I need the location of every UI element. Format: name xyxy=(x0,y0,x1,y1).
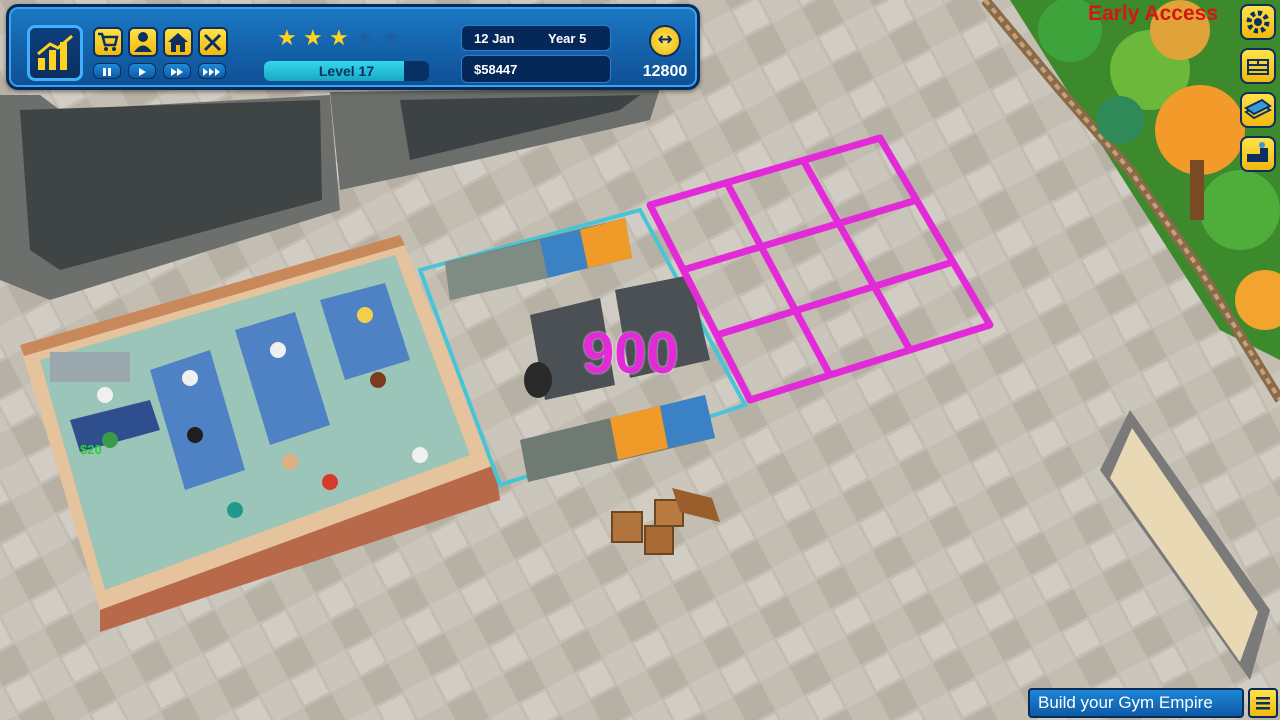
build-tools-icon xyxy=(203,33,222,52)
year-label: Year 5 xyxy=(548,31,587,46)
staff-button[interactable] xyxy=(128,27,158,57)
play-icon xyxy=(139,68,146,76)
floor-tiles-button[interactable] xyxy=(1240,92,1276,128)
menu-button[interactable] xyxy=(1248,688,1278,718)
date-label: 12 Jan xyxy=(474,31,515,46)
expand-button[interactable]: ↔ xyxy=(649,25,681,57)
star-empty-icon: ★ xyxy=(355,26,375,51)
star-filled-icon: ★ xyxy=(329,26,349,51)
shop-button[interactable] xyxy=(93,27,123,57)
wall-build-button[interactable] xyxy=(1240,48,1276,84)
equipment-button[interactable] xyxy=(1240,136,1276,172)
statistics-button[interactable] xyxy=(27,25,83,81)
fast-forward-button[interactable] xyxy=(163,63,191,79)
hamburger-menu-icon xyxy=(1256,697,1270,710)
fastest-forward-icon xyxy=(203,68,220,76)
shop-cart-icon xyxy=(98,32,119,51)
fastest-forward-button[interactable] xyxy=(198,63,226,79)
date-display: 12 Jan Year 5 xyxy=(461,25,611,51)
staff-person-icon xyxy=(134,32,152,52)
home-button[interactable] xyxy=(163,27,193,57)
placement-price: 900 xyxy=(582,321,679,386)
wall-build-icon xyxy=(1247,59,1269,75)
pause-icon xyxy=(103,68,111,76)
home-icon xyxy=(168,33,188,52)
star-filled-icon: ★ xyxy=(303,26,323,51)
star-empty-icon: ★ xyxy=(381,26,401,51)
settings-button[interactable] xyxy=(1240,4,1276,40)
early-access-label: Early Access xyxy=(1088,2,1218,25)
play-button[interactable] xyxy=(128,63,156,79)
money-display: $58447 xyxy=(461,55,611,83)
star-filled-icon: ★ xyxy=(277,26,297,51)
objective-banner[interactable]: Build your Gym Empire xyxy=(1028,688,1244,718)
energy-value: 12800 xyxy=(642,63,688,80)
hud-panel: ★ ★ ★ ★ ★ Level 17 12 Jan Year 5 $58447 ↔ 12… xyxy=(6,4,700,90)
double-arrow-icon: ↔ xyxy=(657,29,673,50)
chart-up-icon xyxy=(37,34,73,70)
level-label: Level 17 xyxy=(318,63,375,79)
settings-gear-icon xyxy=(1246,10,1270,34)
money-label: $58447 xyxy=(474,62,518,77)
fast-forward-icon xyxy=(171,68,183,76)
floor-tiles-icon xyxy=(1244,98,1272,120)
equipment-icon xyxy=(1247,142,1268,162)
level-progress-bar: Level 17 xyxy=(264,61,429,81)
pause-button[interactable] xyxy=(93,63,121,79)
build-button[interactable] xyxy=(198,27,228,57)
floating-money: $20 xyxy=(80,442,102,457)
